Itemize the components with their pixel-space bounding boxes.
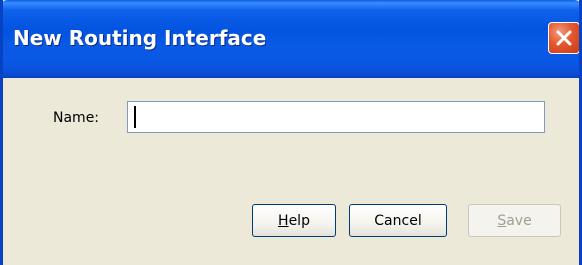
save-button[interactable]: Save	[468, 204, 561, 237]
dialog-window: New Routing Interface Name: Help Cancel …	[0, 0, 582, 265]
title-bar[interactable]: New Routing Interface	[3, 0, 579, 78]
help-mnemonic: H	[278, 212, 289, 229]
close-icon	[556, 30, 572, 46]
help-button[interactable]: Help	[252, 204, 336, 237]
save-label-rest: ave	[506, 212, 532, 229]
cancel-label: Cancel	[374, 212, 422, 229]
cancel-button[interactable]: Cancel	[349, 204, 447, 237]
text-caret	[134, 106, 136, 128]
help-label-rest: elp	[288, 212, 310, 229]
name-input[interactable]	[127, 101, 545, 133]
save-mnemonic: S	[497, 212, 507, 229]
close-button[interactable]	[548, 22, 579, 54]
dialog-title: New Routing Interface	[13, 26, 267, 50]
name-label: Name:	[53, 110, 100, 126]
